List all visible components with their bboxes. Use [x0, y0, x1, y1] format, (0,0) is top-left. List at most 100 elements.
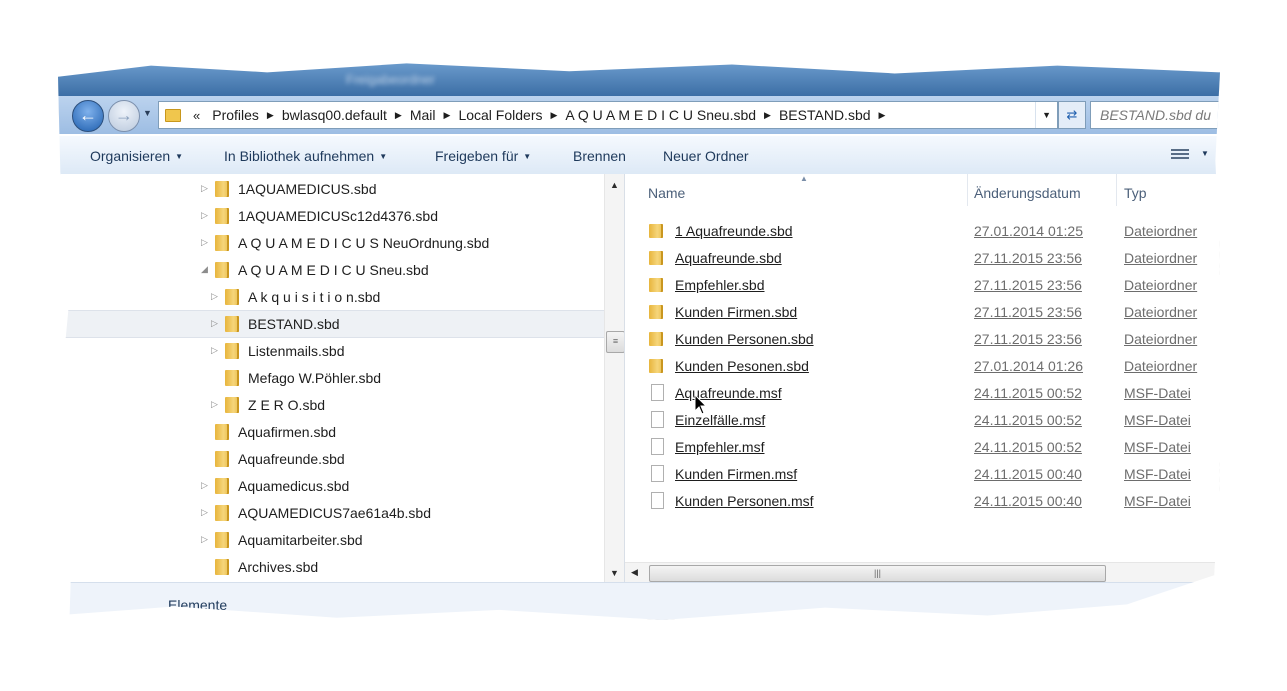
breadcrumb-arrow-icon[interactable]: ▶ — [442, 110, 453, 121]
column-header-type[interactable]: Typ — [1124, 185, 1147, 201]
forward-button[interactable]: → — [108, 100, 140, 132]
file-row[interactable]: Kunden Personen.sbd 27.11.2015 23:56 Dat… — [625, 325, 1220, 352]
tree-expander-icon[interactable]: ▷ — [201, 534, 211, 545]
breadcrumb-arrow-icon[interactable]: ▶ — [393, 110, 404, 121]
breadcrumb-segment[interactable]: Mail — [404, 107, 442, 123]
file-row[interactable]: Aquafreunde.msf 24.11.2015 00:52 MSF-Dat… — [625, 379, 1220, 406]
file-name[interactable]: Kunden Firmen.msf — [675, 466, 797, 482]
breadcrumb-arrow-icon[interactable]: ▶ — [265, 110, 276, 121]
scroll-down-icon[interactable]: ▼ — [610, 568, 619, 578]
tree-item-label: 1AQUAMEDICUSc12d4376.sbd — [238, 208, 438, 224]
file-name[interactable]: Kunden Personen.msf — [675, 493, 814, 509]
tree-expander-icon[interactable]: ▷ — [201, 237, 211, 248]
tree-item[interactable]: Aquafirmen.sbd — [58, 419, 604, 445]
tree-expander-icon[interactable]: ▷ — [201, 480, 211, 491]
file-row[interactable]: Kunden Firmen.msf 24.11.2015 00:40 MSF-D… — [625, 460, 1220, 487]
address-overflow-button[interactable]: « — [189, 108, 206, 123]
folder-icon — [649, 224, 663, 238]
breadcrumb-segment[interactable]: bwlasq00.default — [276, 107, 393, 123]
breadcrumb-arrow-icon[interactable]: ▶ — [548, 110, 559, 121]
file-list-hscrollbar[interactable]: ◀ ||| — [625, 562, 1220, 583]
file-type: Dateiordner — [1124, 223, 1198, 239]
tree-item[interactable]: ▷ Aquamitarbeiter.sbd — [58, 527, 604, 553]
include-in-library-menu[interactable]: In Bibliothek aufnehmen ▼ — [224, 148, 387, 164]
scroll-up-icon[interactable]: ▲ — [610, 180, 619, 190]
file-row[interactable]: Kunden Personen.msf 24.11.2015 00:40 MSF… — [625, 487, 1220, 514]
back-button[interactable]: ← — [72, 100, 104, 132]
tree-item-selected[interactable]: ▷ BESTAND.sbd — [58, 310, 604, 338]
file-name[interactable]: Einzelfälle.msf — [675, 412, 765, 428]
folder-icon — [215, 235, 229, 251]
breadcrumb-segment[interactable]: Local Folders — [452, 107, 548, 123]
file-row[interactable]: Kunden Pesonen.sbd 27.01.2014 01:26 Date… — [625, 352, 1220, 379]
breadcrumb-arrow-icon[interactable]: ▶ — [762, 110, 773, 121]
tree-item[interactable]: ▷ A k q u i s i t i o n.sbd — [58, 284, 604, 310]
file-row[interactable]: Empfehler.msf 24.11.2015 00:52 MSF-Datei — [625, 433, 1220, 460]
tree-item[interactable]: Mefago W.Pöhler.sbd — [58, 365, 604, 391]
column-separator[interactable] — [1116, 174, 1117, 206]
folder-icon — [215, 181, 229, 197]
view-dropdown-icon[interactable]: ▼ — [1201, 149, 1209, 158]
column-separator[interactable] — [967, 174, 968, 206]
tree-item-label: Z E R O.sbd — [248, 397, 326, 413]
file-name[interactable]: Aquafreunde.sbd — [675, 250, 782, 266]
file-icon — [651, 438, 664, 455]
tree-expander-icon[interactable]: ▷ — [211, 318, 221, 329]
file-row[interactable]: Einzelfälle.msf 24.11.2015 00:52 MSF-Dat… — [625, 406, 1220, 433]
scroll-left-icon[interactable]: ◀ — [631, 567, 638, 578]
file-type: MSF-Datei — [1124, 466, 1191, 482]
breadcrumb-arrow-icon[interactable]: ▶ — [877, 110, 888, 121]
breadcrumb-segment[interactable]: BESTAND.sbd — [773, 107, 877, 123]
folder-icon — [215, 532, 229, 548]
tree-expander-icon[interactable]: ◢ — [201, 264, 211, 275]
file-name[interactable]: 1 Aquafreunde.sbd — [675, 223, 793, 239]
hscroll-thumb[interactable]: ||| — [649, 565, 1106, 582]
new-folder-button[interactable]: Neuer Ordner — [663, 148, 749, 164]
tree-scroll-thumb[interactable]: ≡ — [606, 331, 625, 353]
column-header-date[interactable]: Änderungsdatum — [974, 185, 1081, 201]
file-list: ▲ Name Änderungsdatum Typ 1 Aquafreunde.… — [625, 174, 1220, 558]
tree-expander-icon[interactable]: ▷ — [211, 399, 221, 410]
tree-expander-icon[interactable]: ▷ — [201, 507, 211, 518]
tree-expander-icon[interactable]: ▷ — [211, 291, 221, 302]
tree-item[interactable]: ▷ Aquamedicus.sbd — [58, 473, 604, 499]
file-name[interactable]: Kunden Pesonen.sbd — [675, 358, 809, 374]
search-input[interactable]: BESTAND.sbd du — [1090, 101, 1220, 129]
file-name[interactable]: Aquafreunde.msf — [675, 385, 782, 401]
breadcrumb-segment[interactable]: A Q U A M E D I C U Sneu.sbd — [559, 107, 762, 123]
tree-item[interactable]: ▷ Z E R O.sbd — [58, 392, 604, 418]
burn-button[interactable]: Brennen — [573, 148, 626, 164]
file-name[interactable]: Empfehler.sbd — [675, 277, 765, 293]
tree-item[interactable]: ▷ AQUAMEDICUS7ae61a4b.sbd — [58, 500, 604, 526]
tree-item[interactable]: ▷ 1AQUAMEDICUSc12d4376.sbd — [58, 203, 604, 229]
folder-icon — [215, 478, 229, 494]
recent-pages-dropdown[interactable]: ▼ — [143, 108, 152, 118]
tree-scrollbar[interactable]: ▲ ≡ ▼ — [604, 174, 625, 582]
folder-icon — [215, 559, 229, 575]
file-name[interactable]: Empfehler.msf — [675, 439, 764, 455]
file-row[interactable]: Kunden Firmen.sbd 27.11.2015 23:56 Datei… — [625, 298, 1220, 325]
tree-item[interactable]: Archives.sbd — [58, 554, 604, 580]
folder-icon — [649, 332, 663, 346]
tree-expander-icon[interactable]: ▷ — [201, 210, 211, 221]
address-bar[interactable]: « Profiles ▶ bwlasq00.default ▶ Mail ▶ L… — [158, 101, 1058, 129]
tree-item[interactable]: ◢ A Q U A M E D I C U Sneu.sbd — [58, 257, 604, 283]
file-name[interactable]: Kunden Firmen.sbd — [675, 304, 797, 320]
file-row[interactable]: 1 Aquafreunde.sbd 27.01.2014 01:25 Datei… — [625, 217, 1220, 244]
tree-item[interactable]: Aquafreunde.sbd — [58, 446, 604, 472]
address-history-dropdown[interactable]: ▼ — [1035, 102, 1057, 128]
file-row[interactable]: Aquafreunde.sbd 27.11.2015 23:56 Dateior… — [625, 244, 1220, 271]
refresh-button[interactable]: ⇄ — [1058, 101, 1086, 129]
column-header-name[interactable]: Name — [648, 185, 685, 201]
tree-expander-icon[interactable]: ▷ — [211, 345, 221, 356]
share-with-menu[interactable]: Freigeben für ▼ — [435, 148, 531, 164]
organize-menu[interactable]: Organisieren ▼ — [90, 148, 183, 164]
tree-item[interactable]: ▷ 1AQUAMEDICUS.sbd — [58, 176, 604, 202]
file-row[interactable]: Empfehler.sbd 27.11.2015 23:56 Dateiordn… — [625, 271, 1220, 298]
view-options-icon[interactable] — [1171, 147, 1189, 161]
tree-item[interactable]: ▷ Listenmails.sbd — [58, 338, 604, 364]
tree-item[interactable]: ▷ A Q U A M E D I C U S NeuOrdnung.sbd — [58, 230, 604, 256]
breadcrumb-segment[interactable]: Profiles — [206, 107, 265, 123]
tree-expander-icon[interactable]: ▷ — [201, 183, 211, 194]
file-name[interactable]: Kunden Personen.sbd — [675, 331, 814, 347]
